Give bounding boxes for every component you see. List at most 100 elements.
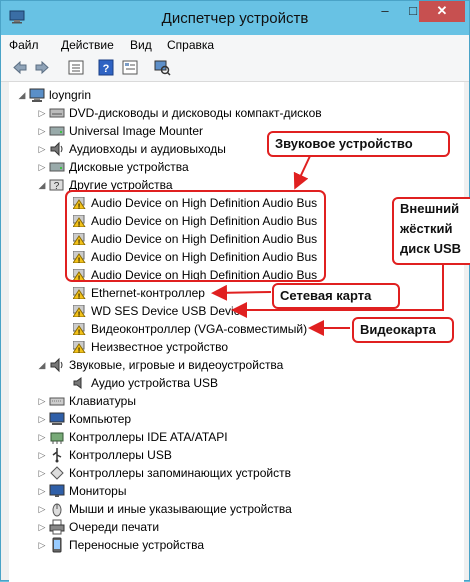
root-label: loyngrin <box>49 88 92 102</box>
tree-item-monitors[interactable]: ▷ Мониторы <box>37 482 437 500</box>
menu-file[interactable]: Файл <box>9 38 39 52</box>
tree-item-label: Звуковые, игровые и видеоустройства <box>69 358 284 372</box>
warning-device-icon: ! <box>73 287 86 299</box>
device-row[interactable]: ! Audio Device on High Definition Audio … <box>73 248 393 266</box>
tree-item-sound-video[interactable]: ◢ Звуковые, игровые и видеоустройства <box>37 356 437 374</box>
speaker-icon <box>50 357 63 373</box>
callout-video-text: Видеокарта <box>360 322 436 337</box>
menu-action[interactable]: Действие <box>61 38 114 52</box>
properties-icon[interactable] <box>67 59 85 76</box>
computer-icon <box>29 88 45 102</box>
collapse-icon[interactable]: ◢ <box>37 176 47 194</box>
mouse-icon <box>52 503 62 517</box>
tree-item-label: Очереди печати <box>69 520 160 534</box>
svg-text:?: ? <box>54 181 60 192</box>
expand-icon[interactable]: ▷ <box>37 122 47 140</box>
device-label: Неизвестное устройство <box>91 340 229 354</box>
computer-icon <box>49 412 65 425</box>
device-row[interactable]: ! WD SES Device USB Device <box>73 302 273 320</box>
toolbar: ? <box>1 55 469 82</box>
svg-text:!: ! <box>78 258 80 264</box>
monitor-icon <box>49 484 65 497</box>
disk-drive-icon <box>49 162 65 172</box>
svg-text:!: ! <box>78 204 80 210</box>
device-row[interactable]: ! Audio Device on High Definition Audio … <box>73 266 393 284</box>
expand-icon[interactable]: ▷ <box>37 536 47 554</box>
portable-device-icon <box>52 537 62 553</box>
tree-item-label: Клавиатуры <box>69 394 136 408</box>
warning-device-icon: ! <box>73 215 86 227</box>
svg-text:!: ! <box>78 222 80 228</box>
expand-icon[interactable]: ▷ <box>37 158 47 176</box>
device-label: WD SES Device USB Device <box>91 304 247 318</box>
tree-item-label: Компьютер <box>69 412 132 426</box>
device-label: Audio Device on High Definition Audio Bu… <box>91 214 318 228</box>
tree-item-ide[interactable]: ▷ Контроллеры IDE ATA/ATAPI <box>37 428 437 446</box>
device-row[interactable]: ! Ethernet-контроллер <box>73 284 273 302</box>
tree-item-print-queues[interactable]: ▷ Очереди печати <box>37 518 437 536</box>
callout-network-text: Сетевая карта <box>280 288 372 303</box>
tree-item-label: Контроллеры запоминающих устройств <box>69 466 291 480</box>
tree-item-keyboards[interactable]: ▷ Клавиатуры <box>37 392 437 410</box>
tree-item-storage-controllers[interactable]: ▷ Контроллеры запоминающих устройств <box>37 464 437 482</box>
expand-icon[interactable]: ▷ <box>37 518 47 536</box>
menu-help[interactable]: Справка <box>167 38 214 52</box>
tree-item-label: Переносные устройства <box>69 538 205 552</box>
expand-icon[interactable]: ▷ <box>37 500 47 518</box>
collapse-icon[interactable]: ◢ <box>37 356 47 374</box>
expand-icon[interactable]: ▷ <box>37 392 47 410</box>
tree-item-label: Мыши и иные указывающие устройства <box>69 502 292 516</box>
device-label: Audio Device on High Definition Audio Bu… <box>91 250 318 264</box>
scan-hardware-icon[interactable] <box>153 59 171 76</box>
tree-item-label: DVD-дисководы и дисководы компакт-дисков <box>69 106 322 120</box>
controller-icon <box>50 432 64 444</box>
warning-device-icon: ! <box>73 341 86 353</box>
back-icon[interactable] <box>11 59 29 76</box>
expand-icon[interactable]: ▷ <box>37 464 47 482</box>
device-view-icon[interactable] <box>121 59 139 76</box>
minimize-button[interactable]: – <box>371 1 399 22</box>
tree-item-label: Дисковые устройства <box>69 160 189 174</box>
tree-item-portable-devices[interactable]: ▷ Переносные устройства <box>37 536 437 554</box>
help-icon[interactable]: ? <box>97 59 115 76</box>
tree-item-usb[interactable]: ▷ Контроллеры USB <box>37 446 437 464</box>
device-label: Audio Device on High Definition Audio Bu… <box>91 196 318 210</box>
warning-device-icon: ! <box>73 269 86 281</box>
usb-icon <box>52 448 62 463</box>
keyboard-icon <box>49 397 65 406</box>
svg-text:!: ! <box>78 294 80 300</box>
callout-video: Видеокарта <box>352 317 454 343</box>
tree-item-other-devices[interactable]: ◢ ? Другие устройства <box>37 176 437 194</box>
device-row[interactable]: ! Audio Device on High Definition Audio … <box>73 230 393 248</box>
expand-icon[interactable]: ▷ <box>37 140 47 158</box>
device-label: Audio Device on High Definition Audio Bu… <box>91 268 318 282</box>
device-row[interactable]: ! Видеоконтроллер (VGA-совместимый) <box>73 320 333 338</box>
expand-icon[interactable]: ▷ <box>37 410 47 428</box>
menu-view[interactable]: Вид <box>130 38 152 52</box>
device-row[interactable]: ! Audio Device on High Definition Audio … <box>73 194 393 212</box>
forward-icon[interactable] <box>33 59 51 76</box>
device-row[interactable]: Аудио устройства USB <box>73 374 313 392</box>
device-row[interactable]: ! Audio Device on High Definition Audio … <box>73 212 393 230</box>
device-label: Ethernet-контроллер <box>91 286 205 300</box>
device-row[interactable]: ! Неизвестное устройство <box>73 338 333 356</box>
tree-item-label: Другие устройства <box>69 178 173 192</box>
tree-item-mice[interactable]: ▷ Мыши и иные указывающие устройства <box>37 500 437 518</box>
collapse-icon[interactable]: ◢ <box>17 86 27 104</box>
warning-device-icon: ! <box>73 323 86 335</box>
tree-item-label: Universal Image Mounter <box>69 124 204 138</box>
tree-item-disk-drives[interactable]: ▷ Дисковые устройства <box>37 158 437 176</box>
expand-icon[interactable]: ▷ <box>37 482 47 500</box>
expand-icon[interactable]: ▷ <box>37 446 47 464</box>
menu-bar: Файл Действие Вид Справка <box>1 35 469 55</box>
close-button[interactable]: ✕ <box>419 1 465 22</box>
warning-device-icon: ! <box>73 197 86 209</box>
title-bar[interactable]: Диспетчер устройств – □ ✕ <box>1 1 469 35</box>
tree-item-computer[interactable]: ▷ Компьютер <box>37 410 437 428</box>
tree-item-dvd[interactable]: ▷ DVD-дисководы и дисководы компакт-диск… <box>37 104 437 122</box>
tree-root[interactable]: ◢ loyngrin <box>17 86 217 104</box>
device-label: Audio Device on High Definition Audio Bu… <box>91 232 318 246</box>
expand-icon[interactable]: ▷ <box>37 104 47 122</box>
expand-icon[interactable]: ▷ <box>37 428 47 446</box>
callout-hdd-line1: Внешний <box>400 201 460 216</box>
